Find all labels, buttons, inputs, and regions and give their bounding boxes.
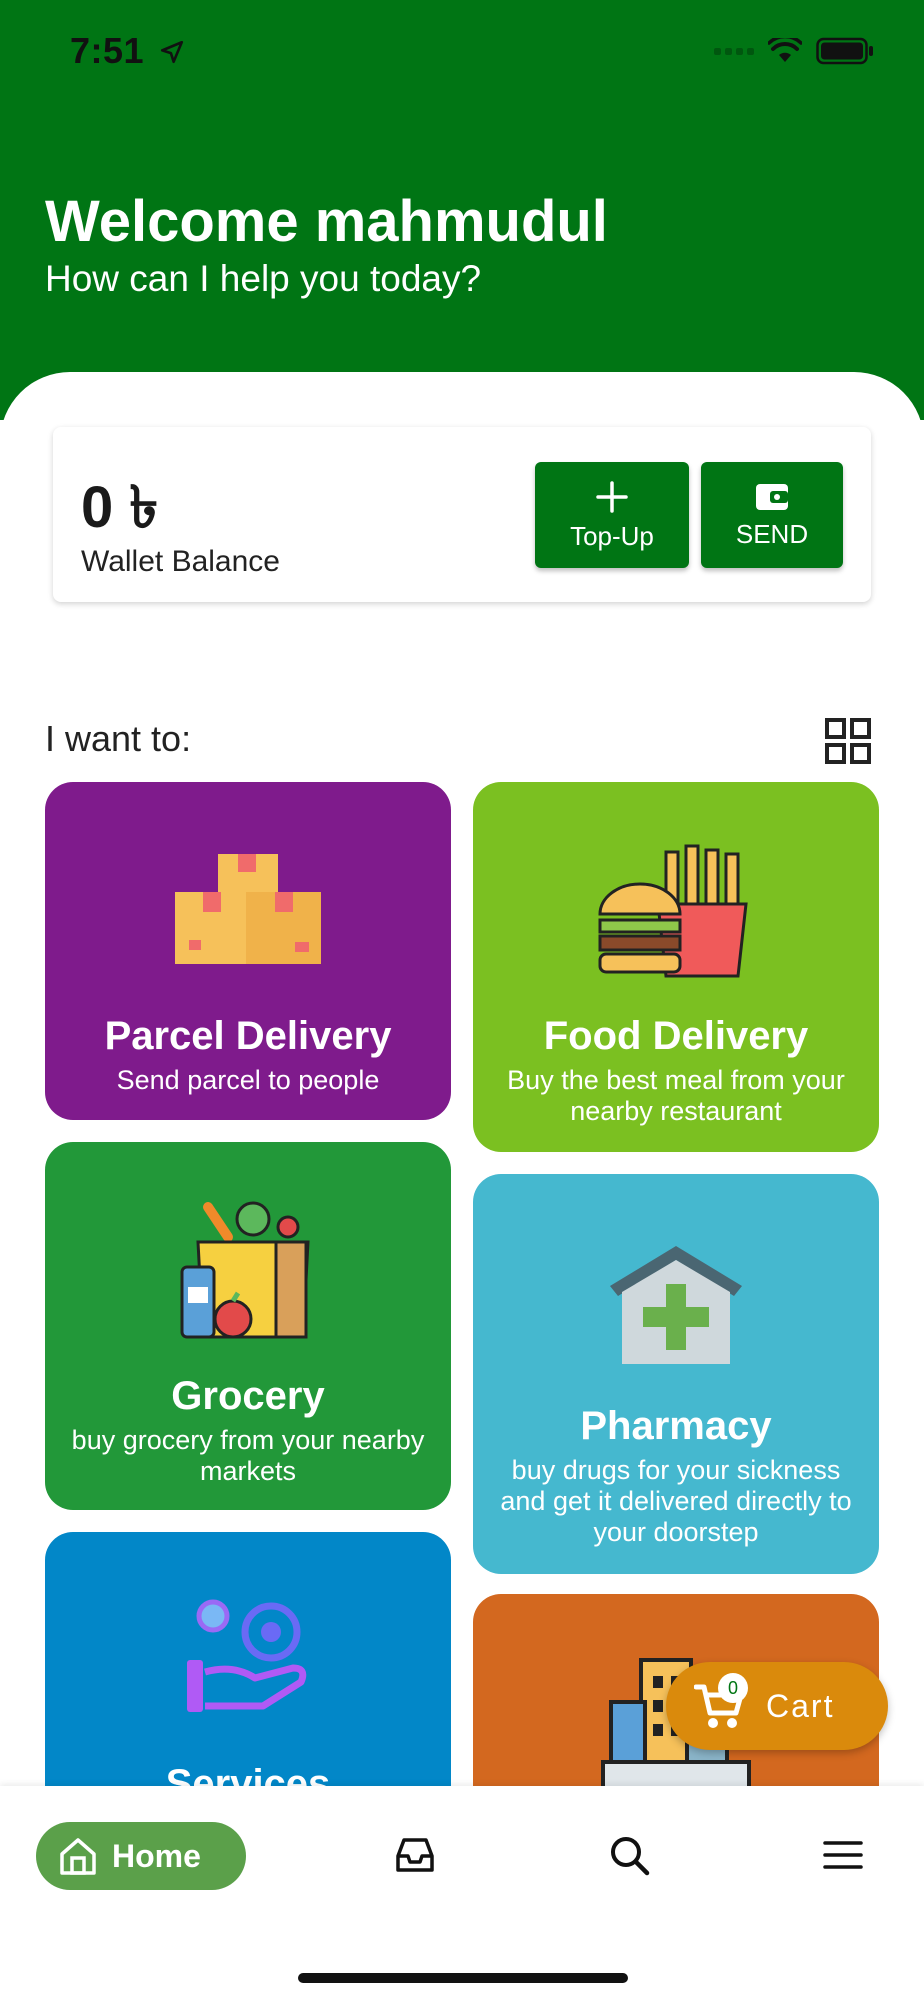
welcome-subtitle: How can I help you today?	[45, 258, 482, 299]
cart-icon-wrap: 0	[693, 1673, 748, 1731]
tile-title: Pharmacy	[580, 1404, 772, 1448]
header: 7:51 Welcome mahmudul How can I help you…	[0, 0, 924, 420]
cart-button[interactable]: 0 Cart	[666, 1662, 888, 1750]
tile-title: Grocery	[171, 1374, 325, 1418]
nav-home[interactable]: Home	[36, 1822, 246, 1890]
wifi-icon	[768, 38, 802, 62]
topup-button[interactable]: Top-Up	[535, 462, 689, 568]
tile-title: Parcel Delivery	[104, 1014, 392, 1058]
main-content: 0 ৳ Wallet Balance Top-Up SEND I want to…	[0, 372, 924, 1792]
topup-label: Top-Up	[570, 520, 654, 551]
menu-icon[interactable]	[822, 1834, 864, 1876]
burger-fries-icon	[473, 844, 879, 979]
status-time: 7:51	[70, 30, 185, 72]
section-label: I want to:	[45, 718, 192, 759]
battery-icon	[816, 37, 873, 65]
service-tile-services[interactable]: Services	[45, 1532, 451, 1792]
tile-title: Food Delivery	[543, 1014, 809, 1058]
wallet-card: 0 ৳ Wallet Balance Top-Up SEND	[53, 427, 871, 602]
service-tile-pharmacy[interactable]: Pharmacy buy drugs for your sickness and…	[473, 1174, 879, 1574]
pharmacy-icon	[473, 1242, 879, 1367]
location-arrow-icon	[160, 40, 183, 64]
status-indicators	[714, 36, 874, 66]
service-tile-parcel-delivery[interactable]: Parcel Delivery Send parcel to people	[45, 782, 451, 1120]
service-tile-grocery[interactable]: Grocery buy grocery from your nearby mar…	[45, 1142, 451, 1510]
home-icon	[60, 1838, 96, 1875]
welcome-title: Welcome mahmudul	[45, 189, 608, 254]
service-hand-icon	[45, 1592, 451, 1717]
tile-desc: buy grocery from your nearby markets	[71, 1425, 425, 1486]
cart-label: Cart	[766, 1687, 835, 1724]
wallet-icon	[756, 483, 788, 510]
service-tile-food-delivery[interactable]: Food Delivery Buy the best meal from you…	[473, 782, 879, 1152]
send-button[interactable]: SEND	[701, 462, 843, 568]
tile-desc: buy drugs for your sickness and get it d…	[500, 1455, 852, 1547]
plus-icon	[596, 480, 628, 513]
wallet-balance-label: Wallet Balance	[81, 545, 280, 578]
inbox-icon[interactable]	[394, 1834, 436, 1876]
bottom-nav: Home	[0, 1786, 924, 2000]
tile-desc: Buy the best meal from your nearby resta…	[507, 1065, 845, 1126]
status-time-text: 7:51	[70, 30, 145, 71]
signal-icon	[714, 47, 754, 55]
grid-view-icon[interactable]	[824, 717, 872, 765]
tile-desc: Send parcel to people	[116, 1065, 380, 1095]
send-label: SEND	[735, 518, 809, 549]
home-indicator	[298, 1973, 628, 1983]
grocery-bag-icon	[45, 1197, 451, 1342]
search-icon[interactable]	[608, 1834, 650, 1876]
boxes-icon	[45, 852, 451, 967]
cart-count-badge: 0	[718, 1673, 748, 1703]
nav-home-label: Home	[112, 1837, 201, 1874]
